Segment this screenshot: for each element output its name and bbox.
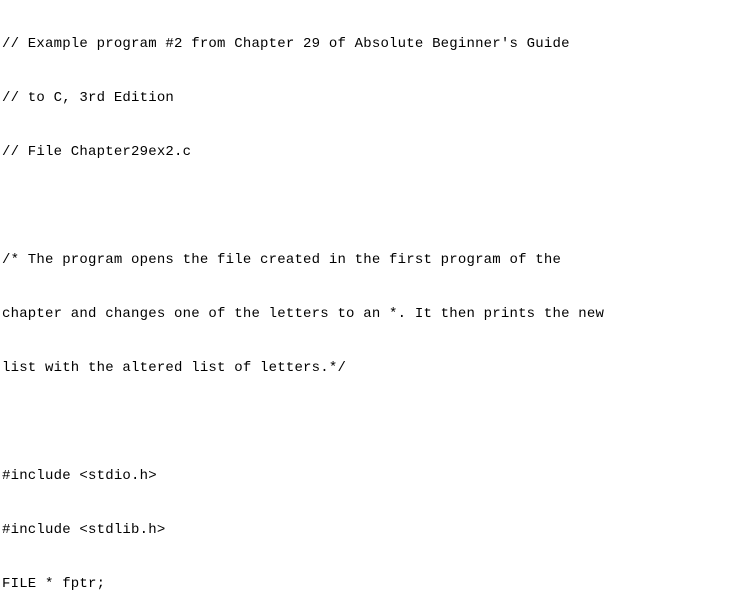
code-line: chapter and changes one of the letters t… xyxy=(2,301,736,328)
code-line: list with the altered list of letters.*/ xyxy=(2,355,736,382)
code-line xyxy=(2,409,736,436)
code-line: // File Chapter29ex2.c xyxy=(2,139,736,166)
code-line: #include <stdlib.h> xyxy=(2,517,736,544)
code-block: // Example program #2 from Chapter 29 of… xyxy=(0,0,736,600)
code-line: // to C, 3rd Edition xyxy=(2,85,736,112)
code-line: /* The program opens the file created in… xyxy=(2,247,736,274)
code-line xyxy=(2,193,736,220)
code-line: #include <stdio.h> xyxy=(2,463,736,490)
code-line: FILE * fptr; xyxy=(2,571,736,598)
code-line: // Example program #2 from Chapter 29 of… xyxy=(2,31,736,58)
